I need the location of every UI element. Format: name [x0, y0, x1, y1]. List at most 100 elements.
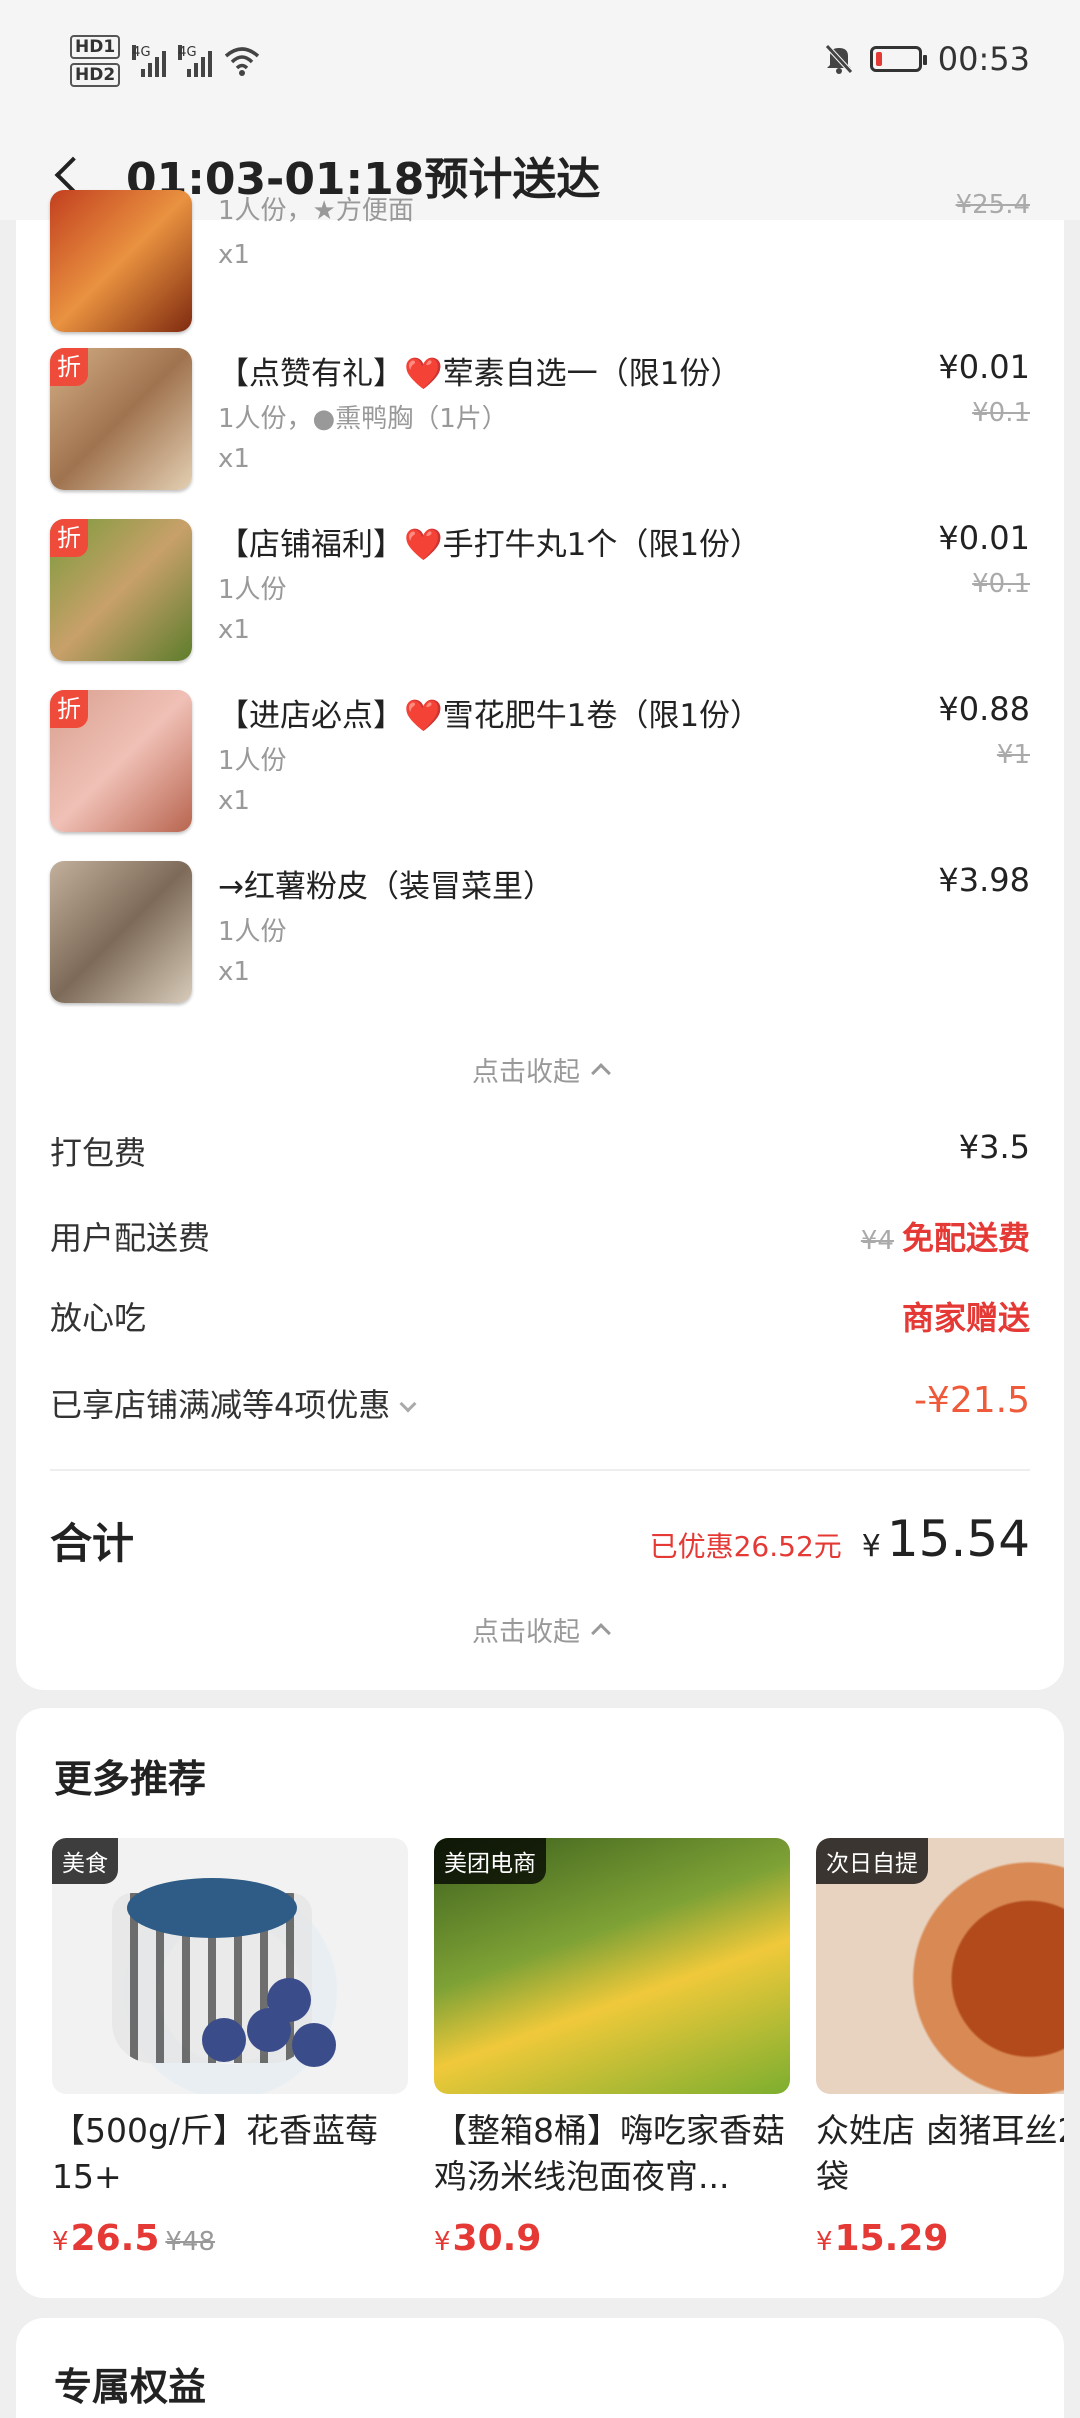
item-qty: x1: [218, 444, 250, 474]
discount-row[interactable]: 已享店铺满减等4项优惠 -¥21.5: [50, 1372, 1030, 1432]
saved-amount: 已优惠26.52元: [649, 1530, 842, 1563]
item-qty: x1: [218, 786, 250, 816]
collapse-label: 点击收起: [472, 1057, 580, 1088]
product-title: 【500g/斤】花香蓝莓15+: [52, 2111, 379, 2196]
delivery-fee-original: ¥4: [860, 1226, 894, 1256]
price-currency: ¥: [52, 2227, 69, 2257]
product-image: 次日自提: [816, 1838, 1064, 2094]
item-spec: 1人份: [218, 746, 287, 776]
product-image: 美食: [52, 1838, 408, 2094]
price-currency: ¥: [816, 2227, 833, 2257]
order-item[interactable]: →红薯粉皮（装冒菜里） 1人份 x1 ¥3.98: [50, 861, 1030, 1011]
exclusive-benefits-title: 专属权益: [54, 2365, 207, 2409]
delivery-fee-value: ¥4 免配送费: [861, 1213, 1030, 1259]
price-currency: ¥: [434, 2227, 451, 2257]
product-tag: 次日自提: [816, 1838, 928, 1884]
original-price: ¥48: [165, 2227, 216, 2257]
product-tag: 美团电商: [434, 1838, 546, 1884]
item-original-price: ¥1: [996, 740, 1030, 770]
network-type-1: 4G: [132, 45, 151, 60]
packing-fee-value: ¥3.5: [958, 1128, 1030, 1166]
wifi-icon: [225, 47, 260, 76]
order-item[interactable]: 折 【进店必点】❤️雪花肥牛1卷（限1份） 1人份 x1 ¥0.88 ¥1: [50, 690, 1030, 840]
item-qty: x1: [218, 240, 250, 270]
hd1-label: HD1: [70, 35, 121, 59]
price-value: 30.9: [452, 2218, 542, 2259]
discount-value: -¥21.5: [913, 1380, 1030, 1421]
item-qty: x1: [218, 615, 250, 645]
discount-badge: 折: [50, 348, 88, 386]
item-qty: x1: [218, 957, 250, 987]
packing-fee-label: 打包费: [50, 1134, 147, 1172]
product-card[interactable]: 次日自提 众姓店 卤猪耳丝250g/袋 ¥ 15.29: [816, 1838, 1064, 2259]
packing-fee-row: 打包费 ¥3.5: [50, 1120, 1030, 1180]
mute-icon: [824, 44, 853, 74]
total-label: 合计: [50, 1519, 135, 1568]
product-price: ¥ 26.5 ¥48: [52, 2218, 408, 2259]
delivery-fee-row: 用户配送费 ¥4 免配送费: [50, 1205, 1030, 1265]
discount-badge: 折: [50, 519, 88, 557]
item-name: 【进店必点】❤️雪花肥牛1卷（限1份）: [218, 698, 762, 734]
item-name: →红薯粉皮（装冒菜里）: [218, 869, 554, 905]
safe-eat-value: 商家赠送: [901, 1299, 1030, 1337]
total-currency: ¥: [861, 1529, 881, 1564]
order-item[interactable]: 折 【店铺福利】❤️手打牛丸1个（限1份） 1人份 x1 ¥0.01 ¥0.1: [50, 519, 1030, 669]
clock: 00:53: [937, 40, 1030, 78]
order-card: 1人份，★方便面 x1 ¥25.4 折 【点赞有礼】❤️荤素自选一（限1份） 1…: [16, 190, 1064, 1690]
item-thumbnail: [50, 861, 192, 1003]
item-original-price: ¥0.1: [972, 398, 1030, 428]
discount-text: 已享店铺满减等4项优惠: [50, 1386, 391, 1424]
item-original-price: ¥25.4: [955, 190, 1030, 220]
total-summary: 已优惠26.52元 ¥ 15.54: [650, 1510, 1030, 1568]
item-price: ¥0.01: [938, 348, 1030, 386]
collapse-label: 点击收起: [472, 1617, 580, 1648]
discount-badge: 折: [50, 690, 88, 728]
total-value: 15.54: [886, 1510, 1030, 1568]
order-item[interactable]: 1人份，★方便面 x1 ¥25.4: [50, 190, 1030, 340]
status-left: HD1 HD2 4G 4G: [70, 35, 260, 87]
product-title: 【整箱8桶】嗨吃家香菇鸡汤米线泡面夜宵...: [434, 2111, 785, 2196]
network-type-2: 4G: [178, 45, 197, 60]
safe-eat-row: 放心吃 商家赠送: [50, 1285, 1030, 1345]
item-spec: 1人份，●熏鸭胸（1片）: [218, 404, 508, 434]
collapse-items-button[interactable]: 点击收起: [16, 1050, 1064, 1089]
item-spec: 1人份，★方便面: [218, 196, 414, 226]
item-price: ¥0.01: [938, 519, 1030, 557]
safe-eat-label: 放心吃: [50, 1299, 147, 1337]
status-right: 00:53: [824, 40, 1030, 78]
product-price: ¥ 15.29: [816, 2218, 1064, 2259]
item-price: ¥3.98: [938, 861, 1030, 899]
exclusive-benefits-card: 专属权益: [16, 2318, 1064, 2418]
item-name: 【店铺福利】❤️手打牛丸1个（限1份）: [218, 527, 762, 563]
discount-label: 已享店铺满减等4项优惠: [50, 1380, 417, 1426]
product-card[interactable]: 美团电商 【整箱8桶】嗨吃家香菇鸡汤米线泡面夜宵... ¥ 30.9: [434, 1838, 790, 2259]
back-icon[interactable]: [54, 156, 92, 194]
item-spec: 1人份: [218, 575, 287, 605]
delivery-fee-label: 用户配送费: [50, 1219, 211, 1257]
signal-icon-2: 4G: [178, 45, 213, 77]
product-image: 美团电商: [434, 1838, 790, 2094]
item-original-price: ¥0.1: [972, 569, 1030, 599]
chevron-up-icon: [591, 1063, 611, 1083]
free-delivery-label: 免配送费: [901, 1219, 1030, 1257]
basket-lid-shape: [127, 1878, 297, 1938]
product-tag: 美食: [52, 1838, 118, 1884]
item-thumbnail: 折: [50, 519, 192, 661]
product-title: 众姓店 卤猪耳丝250g/袋: [816, 2111, 1064, 2196]
item-thumbnail: 折: [50, 690, 192, 832]
recommend-card: 更多推荐 美食 【500g/斤】花香蓝莓15+ ¥ 26.5 ¥48 美团电商 …: [16, 1708, 1064, 2298]
item-spec: 1人份: [218, 917, 287, 947]
item-price: ¥0.88: [938, 690, 1030, 728]
chevron-up-icon: [591, 1623, 611, 1643]
product-card[interactable]: 美食 【500g/斤】花香蓝莓15+ ¥ 26.5 ¥48: [52, 1838, 408, 2259]
recommend-title: 更多推荐: [54, 1757, 207, 1801]
chevron-down-icon: [399, 1395, 417, 1413]
signal-icon: 4G: [132, 45, 167, 77]
status-bar: HD1 HD2 4G 4G 00:53: [0, 0, 1080, 130]
collapse-summary-button[interactable]: 点击收起: [16, 1610, 1064, 1649]
order-item[interactable]: 折 【点赞有礼】❤️荤素自选一（限1份） 1人份，●熏鸭胸（1片） x1 ¥0.…: [50, 348, 1030, 498]
hd-indicator: HD1 HD2: [70, 35, 121, 87]
item-thumbnail: [50, 190, 192, 332]
battery-icon: [869, 46, 927, 72]
item-name: 【点赞有礼】❤️荤素自选一（限1份）: [218, 356, 742, 392]
